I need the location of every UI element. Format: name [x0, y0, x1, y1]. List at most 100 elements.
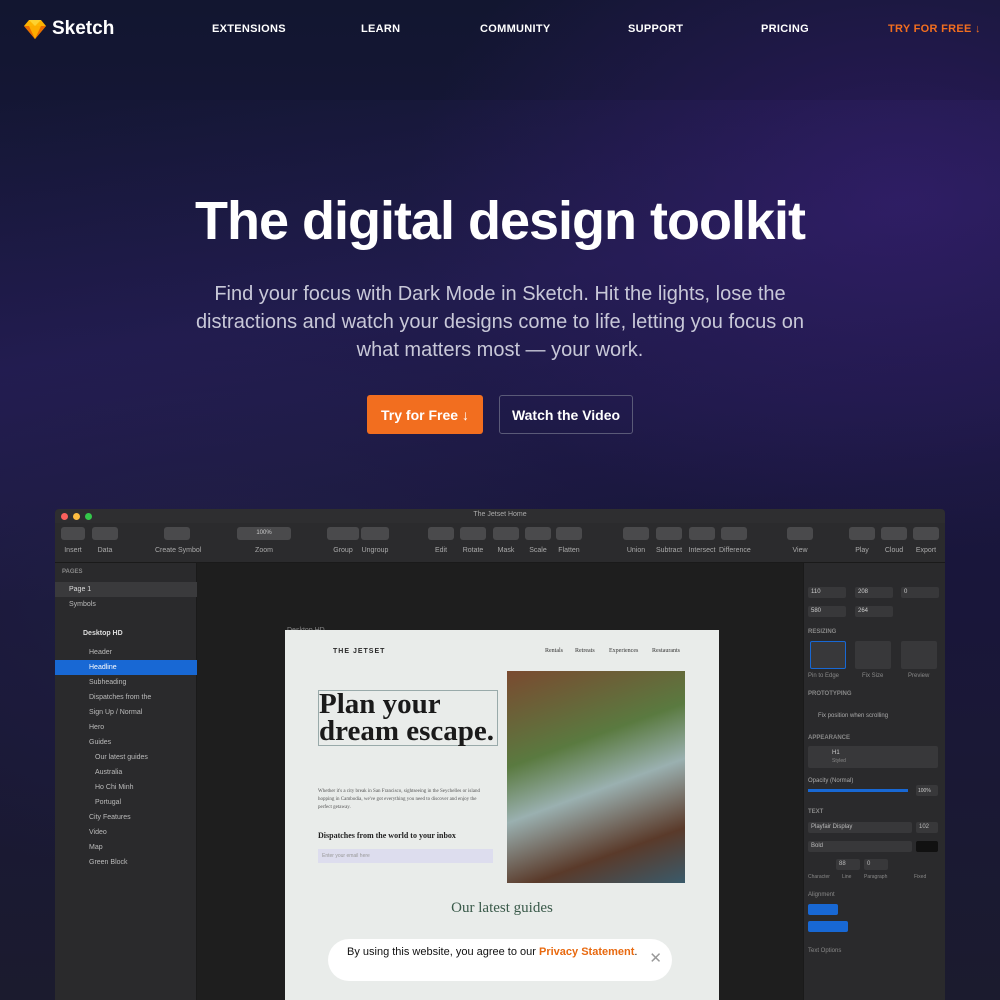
page-item[interactable]: Page 1 [55, 582, 197, 597]
subtract-tool[interactable]: Subtract [654, 527, 684, 554]
flatten-icon [556, 527, 582, 540]
font-family-select[interactable]: Playfair Display [808, 822, 912, 833]
preview-control [901, 641, 937, 669]
view-tool[interactable]: View [787, 527, 813, 554]
tool-label: Subtract [655, 547, 683, 554]
nav-support[interactable]: SUPPORT [628, 23, 683, 35]
line-label: Line [842, 874, 852, 880]
text-options-label: Text Options [808, 948, 842, 954]
group-icon [327, 527, 359, 540]
layer-item[interactable]: Guides [55, 735, 197, 750]
fix-size-control[interactable] [855, 641, 891, 669]
layer-item[interactable]: Australia [55, 765, 197, 780]
artboard-hero-image [507, 671, 685, 883]
zoom-value: 100% [237, 527, 291, 540]
layer-item[interactable]: Portugal [55, 795, 197, 810]
layer-item[interactable]: Ho Chi Minh [55, 780, 197, 795]
artboard-dispatch: Dispatches from the world to your inbox [318, 831, 456, 840]
close-icon[interactable]: ✕ [649, 951, 662, 966]
cloud-tool[interactable]: Cloud [881, 527, 907, 554]
data-tool[interactable]: Data [92, 527, 118, 554]
page-item[interactable]: Symbols [55, 597, 197, 612]
artboard-nav: Rentals [545, 648, 563, 654]
nav-learn[interactable]: LEARN [361, 23, 400, 35]
paragraph-field[interactable]: 0 [864, 859, 888, 870]
fix-scroll-checkbox[interactable]: Fix position when scrolling [818, 713, 888, 719]
nav-pricing[interactable]: PRICING [761, 23, 809, 35]
artboard-guides: Our latest guides [451, 900, 553, 916]
pin-edge-control[interactable] [810, 641, 846, 669]
font-size-field[interactable]: 102 [916, 822, 938, 833]
layer-item[interactable]: Hero [55, 720, 197, 735]
text-section-label: TEXT [808, 809, 824, 815]
layer-item[interactable]: Subheading [55, 675, 197, 690]
tool-label: Rotate [462, 547, 484, 554]
intersect-tool[interactable]: Intersect [687, 527, 717, 554]
scale-tool[interactable]: Scale [525, 527, 551, 554]
nav-community[interactable]: COMMUNITY [480, 23, 551, 35]
artboard-layer[interactable]: Desktop HD [55, 626, 197, 641]
union-tool[interactable]: Union [623, 527, 649, 554]
nav-extensions[interactable]: EXTENSIONS [212, 23, 286, 35]
layer-item[interactable]: Video [55, 825, 197, 840]
create-symbol-tool[interactable]: Create Symbol [155, 527, 201, 554]
text-color-swatch[interactable] [916, 841, 938, 852]
difference-tool[interactable]: Difference [719, 527, 751, 554]
tool-label: Export [915, 547, 937, 554]
edit-tool[interactable]: Edit [428, 527, 454, 554]
tool-label: Zoom [255, 547, 273, 554]
inspector-panel: 110 208 0 580 264 RESIZING Pin to Edge F… [803, 563, 945, 1000]
tool-label: Edit [434, 547, 448, 554]
symbol-icon [164, 527, 190, 540]
subtract-icon [656, 527, 682, 540]
align-top-button[interactable] [808, 921, 848, 932]
play-tool[interactable]: Play [849, 527, 875, 554]
layer-item[interactable]: City Features [55, 810, 197, 825]
style-sub: Styled [832, 758, 846, 764]
layer-item[interactable]: Header [55, 645, 197, 660]
y-field[interactable]: 208 [855, 587, 893, 598]
layer-item-selected[interactable]: Headline [55, 660, 197, 675]
privacy-link[interactable]: Privacy Statement [539, 946, 634, 958]
x-field[interactable]: 110 [808, 587, 846, 598]
line-height-field[interactable]: 88 [836, 859, 860, 870]
width-field[interactable]: 580 [808, 606, 846, 617]
try-free-button[interactable]: Try for Free ↓ [367, 395, 483, 434]
layer-item[interactable]: Green Block [55, 855, 197, 870]
flatten-tool[interactable]: Flatten [556, 527, 582, 554]
ungroup-tool[interactable]: Ungroup [361, 527, 389, 554]
window-titlebar: The Jetset Home [55, 509, 945, 523]
group-tool[interactable]: Group [327, 527, 359, 554]
align-left-button[interactable] [808, 904, 838, 915]
insert-tool[interactable]: Insert [61, 527, 85, 554]
layer-item[interactable]: Dispatches from the [55, 690, 197, 705]
watch-video-button[interactable]: Watch the Video [499, 395, 633, 434]
cookie-end: . [634, 946, 638, 958]
opacity-field[interactable]: 100% [916, 785, 938, 796]
height-field[interactable]: 264 [855, 606, 893, 617]
rotate-tool[interactable]: Rotate [460, 527, 486, 554]
opacity-label: Opacity (Normal) [808, 778, 854, 784]
nav-try-free[interactable]: TRY FOR FREE ↓ [888, 23, 981, 35]
logo[interactable]: Sketch [24, 18, 114, 40]
tool-label: Flatten [558, 547, 580, 554]
rotate-field[interactable]: 0 [901, 587, 939, 598]
tool-label: Mask [497, 547, 515, 554]
font-weight-select[interactable]: Bold [808, 841, 912, 852]
zoom-tool[interactable]: 100% Zoom [237, 527, 291, 554]
opacity-slider[interactable] [808, 789, 908, 792]
layer-item[interactable]: Our latest guides [55, 750, 197, 765]
character-label: Character [808, 874, 830, 880]
play-icon [849, 527, 875, 540]
mask-tool[interactable]: Mask [493, 527, 519, 554]
export-icon [913, 527, 939, 540]
cloud-icon [881, 527, 907, 540]
layer-item[interactable]: Map [55, 840, 197, 855]
text-style-select[interactable]: H1 Styled [808, 746, 938, 768]
tool-label: Play [855, 547, 869, 554]
top-nav: Sketch EXTENSIONS LEARN COMMUNITY SUPPOR… [0, 0, 1000, 58]
layer-item[interactable]: Sign Up / Normal [55, 705, 197, 720]
export-tool[interactable]: Export [913, 527, 939, 554]
app-screenshot: The Jetset Home Insert Data Create Symbo… [55, 509, 945, 1000]
view-icon [787, 527, 813, 540]
